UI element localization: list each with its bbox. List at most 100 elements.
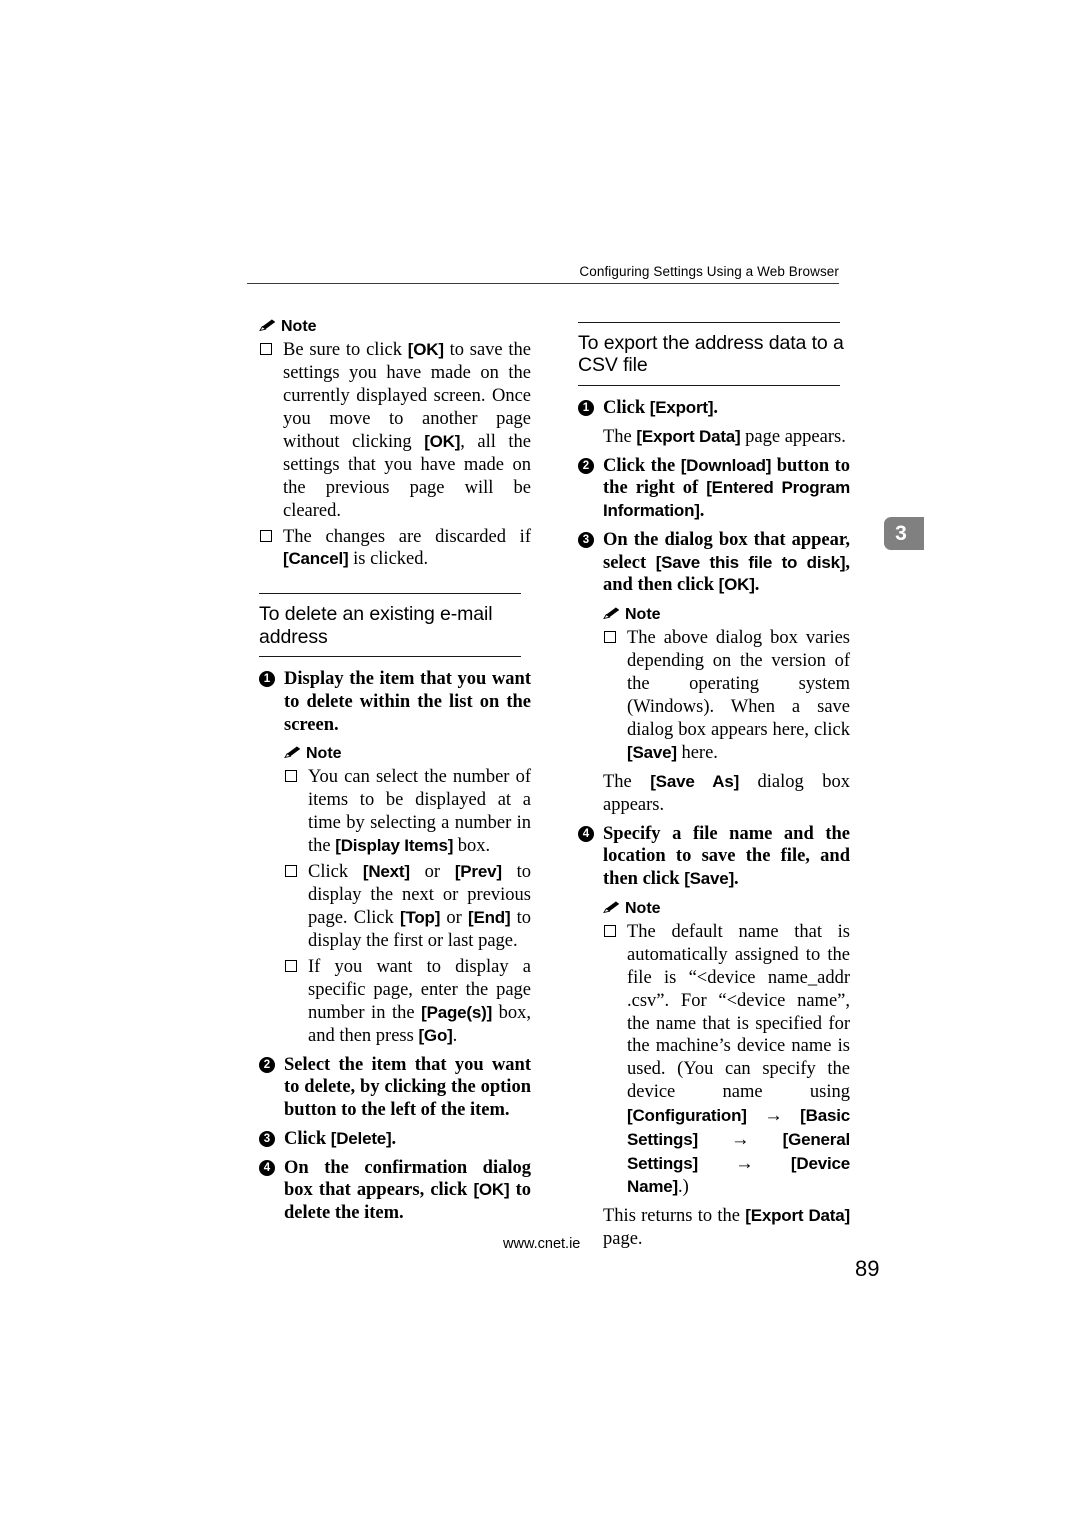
text-run: The	[603, 771, 651, 792]
header-rule	[247, 283, 839, 284]
ui-label: [Export]	[649, 397, 714, 417]
arrow-glyph: →	[697, 1152, 791, 1174]
note-item: The above dialog box varies depending on…	[603, 627, 850, 765]
ui-label: [OK]	[424, 431, 461, 451]
section-delete-email: To delete an existing e-mail address	[259, 593, 531, 658]
step-number: 4	[259, 1159, 275, 1176]
step-number: 4	[578, 825, 594, 842]
section-rule-bottom	[578, 384, 840, 386]
note-block-left-1: Note Be sure to click [OK] to save the s…	[259, 318, 531, 571]
ui-label: [Delete]	[330, 1128, 392, 1148]
text-run: is clicked.	[348, 549, 429, 570]
note-item: The changes are discarded if [Cancel] is…	[259, 526, 531, 572]
note-label: Note	[625, 899, 661, 917]
text-run: The changes are discarded if	[283, 526, 531, 547]
text-run: This returns to the	[603, 1206, 746, 1227]
ui-label: [Save this file to disk]	[655, 552, 846, 572]
text-run: .	[391, 1128, 397, 1149]
note-heading: Note	[603, 606, 850, 624]
ui-label: [OK]	[407, 340, 444, 359]
left-column: Note Be sure to click [OK] to save the s…	[259, 310, 531, 1225]
ui-label: [Page(s)]	[421, 1002, 493, 1022]
ui-label: [End]	[467, 908, 511, 928]
ui-label: [Display Items]	[335, 836, 454, 856]
ui-label: [OK]	[473, 1180, 510, 1200]
ui-label: [Export Data]	[636, 426, 741, 446]
section-export-csv: To export the address data to a CSV file	[578, 322, 850, 386]
text-run: .	[699, 501, 705, 522]
text-run: page appears.	[740, 426, 846, 447]
result-paragraph: The [Save As] dialog box appears.	[578, 771, 850, 817]
step-item: 3 On the dialog box that appear, select …	[578, 529, 850, 597]
text-run: Click	[308, 862, 363, 883]
arrow-glyph: →	[746, 1104, 801, 1126]
text-run: .	[452, 1025, 458, 1046]
step-number: 1	[578, 399, 594, 416]
note-block-right-2: Note The default name that is automatica…	[578, 900, 850, 1199]
ui-label: [Export Data]	[745, 1206, 850, 1226]
square-bullet-icon	[604, 631, 616, 644]
square-bullet-icon	[285, 865, 297, 878]
step-item: 3 Click [Delete].	[259, 1128, 531, 1151]
text-run: .)	[677, 1177, 689, 1198]
chapter-tab: 3	[884, 517, 924, 550]
note-block-left-2: Note You can select the number of items …	[259, 745, 531, 1047]
text-run: box.	[453, 836, 491, 857]
text-run: or	[409, 862, 455, 883]
step-item: 1 Click [Export].	[578, 397, 850, 420]
note-label: Note	[281, 318, 317, 335]
pencil-icon	[603, 607, 620, 620]
note-item: You can select the number of items to be…	[284, 766, 531, 858]
result-paragraph: This returns to the [Export Data] page.	[578, 1205, 850, 1251]
note-heading: Note	[284, 745, 531, 763]
result-paragraph: The [Export Data] page appears.	[578, 426, 850, 449]
step-item: 4 On the confirmation dialog box that ap…	[259, 1157, 531, 1225]
text-run: The default name that is automatically a…	[627, 921, 850, 1103]
text-run: Select the item that you want to delete,…	[284, 1054, 531, 1121]
ui-label: [Download]	[680, 455, 772, 475]
ui-label: [Next]	[362, 862, 410, 882]
pencil-icon	[259, 319, 276, 332]
note-item: Be sure to click [OK] to save the settin…	[259, 339, 531, 523]
running-header-title: Configuring Settings Using a Web Browser	[579, 264, 839, 279]
note-heading: Note	[603, 900, 850, 918]
arrow-glyph: →	[697, 1128, 783, 1150]
ui-label: [Configuration]	[627, 1106, 747, 1126]
section-rule-top	[578, 322, 840, 323]
chapter-tab-number: 3	[895, 522, 907, 545]
section-title: To export the address data to a CSV file	[578, 332, 844, 377]
text-run: The	[603, 426, 637, 447]
text-run: or	[440, 908, 468, 929]
step-number: 2	[259, 1056, 275, 1073]
square-bullet-icon	[285, 770, 297, 783]
text-run: .	[734, 869, 739, 890]
ui-label: [Save]	[627, 742, 677, 762]
square-bullet-icon	[604, 924, 616, 937]
text-run: Be sure to click	[283, 340, 408, 360]
section-rule-bottom	[259, 656, 521, 658]
text-run: Display the item that you want to delete…	[284, 669, 531, 735]
note-item: If you want to display a specific page, …	[284, 956, 531, 1048]
note-item: The default name that is automatically a…	[603, 921, 850, 1199]
pencil-icon	[284, 746, 301, 759]
step-item: 2 Click the [Download] button to the rig…	[578, 455, 850, 523]
section-rule-top	[259, 593, 521, 595]
step-item: 1 Display the item that you want to dele…	[259, 668, 531, 736]
text-run: Click	[284, 1128, 331, 1149]
right-column: To export the address data to a CSV file…	[578, 310, 850, 1251]
text-run: .	[754, 575, 760, 596]
page-number: 89	[855, 1256, 880, 1281]
ui-label: [Save As]	[650, 771, 740, 791]
ui-label: [Prev]	[454, 862, 502, 882]
note-item: Click [Next] or [Prev] to display the ne…	[284, 861, 531, 953]
text-run: Click the	[603, 455, 681, 476]
text-run: here.	[676, 742, 718, 763]
square-bullet-icon	[260, 343, 272, 355]
step-item: 4 Specify a file name and the location t…	[578, 823, 850, 891]
text-run: .	[713, 397, 718, 418]
ui-label: [Cancel]	[283, 549, 349, 569]
note-heading: Note	[259, 318, 531, 336]
pencil-icon	[603, 901, 620, 914]
step-number: 3	[578, 531, 594, 548]
footer-url: www.cnet.ie	[503, 1236, 581, 1252]
